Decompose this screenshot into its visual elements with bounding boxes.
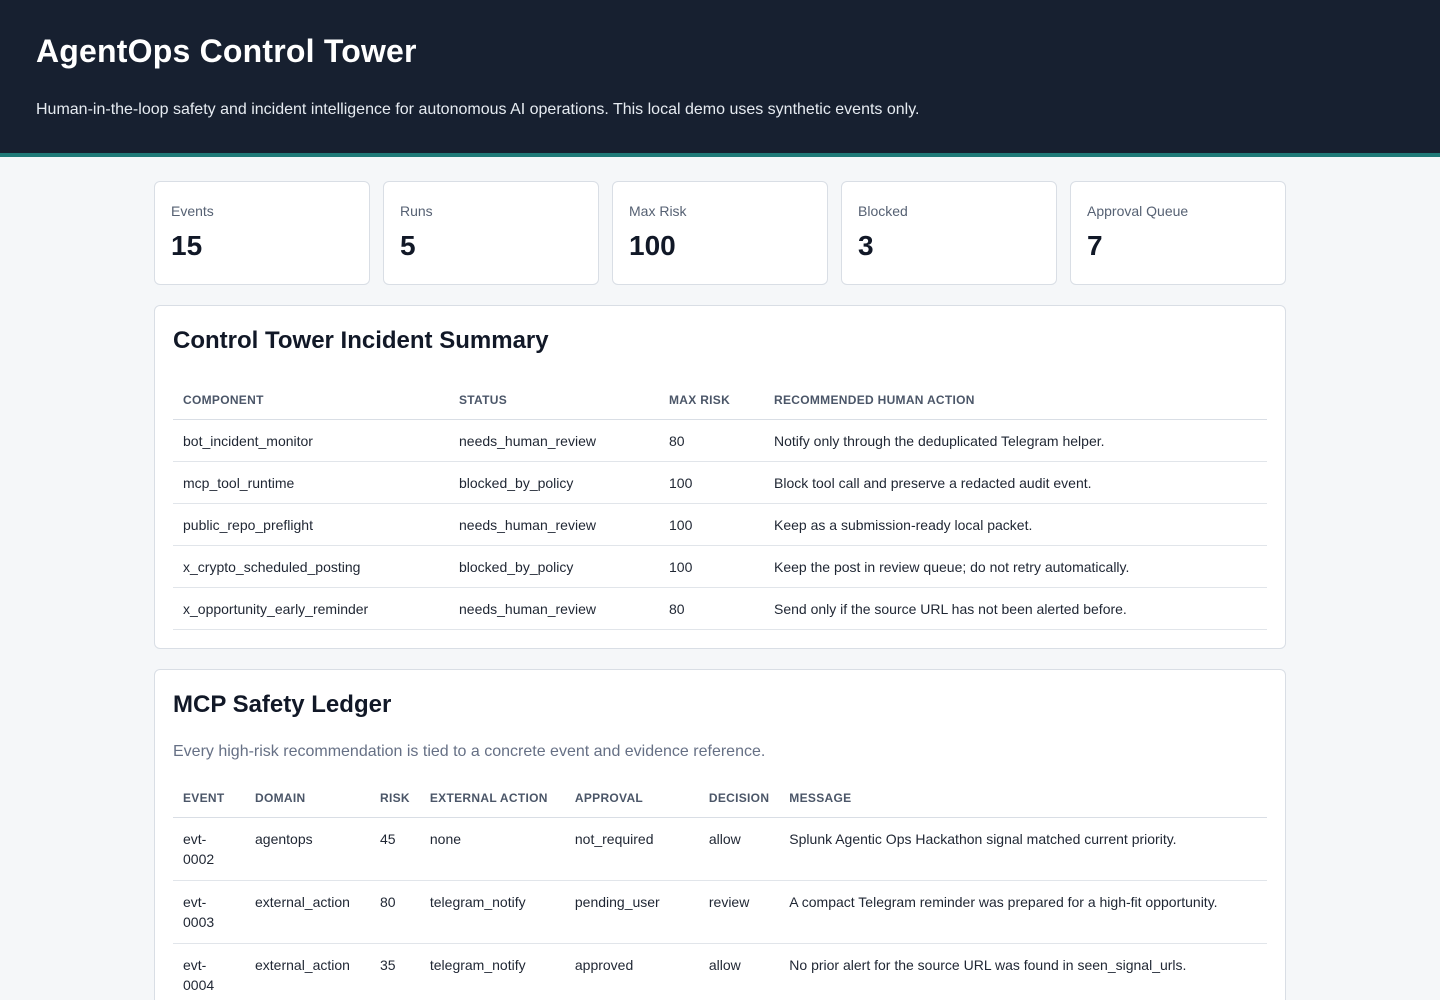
cell-message: No prior alert for the source URL was fo… <box>779 943 1267 1000</box>
table-row: evt-0003 external_action 80 telegram_not… <box>173 880 1267 944</box>
table-row: evt-0002 agentops 45 none not_required a… <box>173 817 1267 881</box>
metric-card-runs: Runs 5 <box>383 181 599 285</box>
cell-risk: 45 <box>370 817 420 881</box>
cell-status: blocked_by_policy <box>449 545 659 588</box>
cell-event: evt-0004 <box>173 943 245 1000</box>
table-header-row: EVENT DOMAIN RISK EXTERNAL ACTION APPROV… <box>173 779 1267 818</box>
table-row: public_repo_preflight needs_human_review… <box>173 503 1267 546</box>
metric-card-max-risk: Max Risk 100 <box>612 181 828 285</box>
cell-max-risk: 80 <box>659 587 764 630</box>
metric-value: 7 <box>1087 230 1103 261</box>
page-title: AgentOps Control Tower <box>36 33 417 69</box>
safety-ledger-table: EVENT DOMAIN RISK EXTERNAL ACTION APPROV… <box>173 779 1267 1000</box>
column-header-event: EVENT <box>173 779 245 818</box>
cell-component: x_crypto_scheduled_posting <box>173 545 449 588</box>
cell-action: Keep the post in review queue; do not re… <box>764 545 1267 588</box>
metric-value: 5 <box>400 230 416 261</box>
cell-external-action: telegram_notify <box>419 880 565 944</box>
cell-action: Send only if the source URL has not been… <box>764 587 1267 630</box>
cell-decision: review <box>698 880 780 944</box>
column-header-message: MESSAGE <box>779 779 1267 818</box>
metric-value: 15 <box>171 230 203 261</box>
column-header-approval: APPROVAL <box>564 779 699 818</box>
metric-label: Approval Queue <box>1087 203 1189 219</box>
cell-risk: 35 <box>370 943 420 1000</box>
cell-event: evt-0002 <box>173 817 245 881</box>
cell-status: blocked_by_policy <box>449 461 659 504</box>
column-header-status: STATUS <box>449 381 659 420</box>
page-subtitle: Human-in-the-loop safety and incident in… <box>36 101 920 118</box>
table-row: x_opportunity_early_reminder needs_human… <box>173 587 1267 630</box>
metric-label: Max Risk <box>629 203 687 219</box>
cell-component: public_repo_preflight <box>173 503 449 546</box>
cell-max-risk: 100 <box>659 503 764 546</box>
cell-status: needs_human_review <box>449 587 659 630</box>
cell-domain: agentops <box>245 817 370 881</box>
cell-approval: pending_user <box>564 880 699 944</box>
column-header-external-action: EXTERNAL ACTION <box>419 779 565 818</box>
cell-action: Keep as a submission-ready local packet. <box>764 503 1267 546</box>
cell-component: x_opportunity_early_reminder <box>173 587 449 630</box>
cell-action: Notify only through the deduplicated Tel… <box>764 419 1267 462</box>
cell-approval: approved <box>564 943 699 1000</box>
metric-label: Events <box>171 203 214 219</box>
cell-external-action: none <box>419 817 565 881</box>
incident-summary-card: Control Tower Incident Summary COMPONENT… <box>154 305 1286 649</box>
column-header-component: COMPONENT <box>173 381 449 420</box>
cell-domain: external_action <box>245 943 370 1000</box>
cell-max-risk: 100 <box>659 461 764 504</box>
table-row: mcp_tool_runtime blocked_by_policy 100 B… <box>173 461 1267 504</box>
safety-ledger-title: MCP Safety Ledger <box>173 691 392 718</box>
cell-component: bot_incident_monitor <box>173 419 449 462</box>
column-header-decision: DECISION <box>698 779 780 818</box>
metric-label: Runs <box>400 203 433 219</box>
column-header-risk: RISK <box>370 779 420 818</box>
safety-ledger-subtitle: Every high-risk recommendation is tied t… <box>173 743 766 760</box>
incident-summary-table: COMPONENT STATUS MAX RISK RECOMMENDED HU… <box>173 381 1267 630</box>
table-header-row: COMPONENT STATUS MAX RISK RECOMMENDED HU… <box>173 381 1267 420</box>
dashboard-main: Events 15 Runs 5 Max Risk 100 Blocked 3 … <box>154 181 1286 1000</box>
cell-max-risk: 100 <box>659 545 764 588</box>
cell-component: mcp_tool_runtime <box>173 461 449 504</box>
cell-approval: not_required <box>564 817 699 881</box>
cell-decision: allow <box>698 943 780 1000</box>
safety-ledger-card: MCP Safety Ledger Every high-risk recomm… <box>154 669 1286 1000</box>
metric-card-approval-queue: Approval Queue 7 <box>1070 181 1286 285</box>
cell-message: Splunk Agentic Ops Hackathon signal matc… <box>779 817 1267 881</box>
cell-max-risk: 80 <box>659 419 764 462</box>
cell-event: evt-0003 <box>173 880 245 944</box>
incident-summary-title: Control Tower Incident Summary <box>173 327 549 354</box>
metric-label: Blocked <box>858 203 908 219</box>
metrics-row: Events 15 Runs 5 Max Risk 100 Blocked 3 … <box>154 181 1286 285</box>
cell-decision: allow <box>698 817 780 881</box>
metric-card-blocked: Blocked 3 <box>841 181 1057 285</box>
cell-domain: external_action <box>245 880 370 944</box>
column-header-max-risk: MAX RISK <box>659 381 764 420</box>
table-row: evt-0004 external_action 35 telegram_not… <box>173 943 1267 1000</box>
cell-action: Block tool call and preserve a redacted … <box>764 461 1267 504</box>
cell-message: A compact Telegram reminder was prepared… <box>779 880 1267 944</box>
column-header-domain: DOMAIN <box>245 779 370 818</box>
column-header-recommended-action: RECOMMENDED HUMAN ACTION <box>764 381 1267 420</box>
metric-card-events: Events 15 <box>154 181 370 285</box>
table-row: bot_incident_monitor needs_human_review … <box>173 419 1267 462</box>
page-header: AgentOps Control Tower Human-in-the-loop… <box>0 0 1440 157</box>
metric-value: 100 <box>629 230 676 261</box>
cell-status: needs_human_review <box>449 419 659 462</box>
cell-status: needs_human_review <box>449 503 659 546</box>
table-row: x_crypto_scheduled_posting blocked_by_po… <box>173 545 1267 588</box>
cell-risk: 80 <box>370 880 420 944</box>
metric-value: 3 <box>858 230 874 261</box>
cell-external-action: telegram_notify <box>419 943 565 1000</box>
